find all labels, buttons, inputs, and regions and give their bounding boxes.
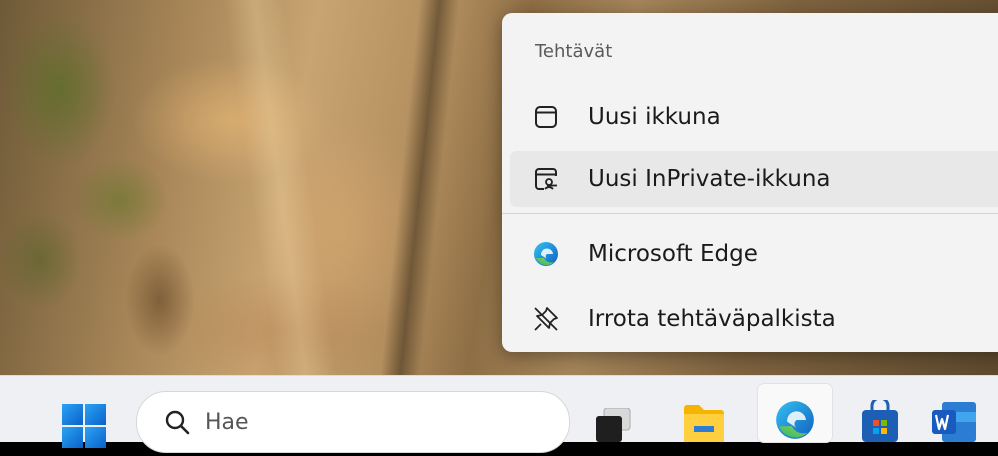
- jump-list-item-microsoft-edge[interactable]: Microsoft Edge: [510, 226, 998, 282]
- window-icon: [530, 101, 562, 133]
- jump-list-header: Tehtävät: [535, 41, 613, 62]
- task-view-icon: [596, 407, 631, 442]
- wallpaper-ridge: [380, 0, 460, 375]
- task-view-button[interactable]: [594, 407, 642, 456]
- edge-jump-list: Tehtävät Uusi ikkuna Uusi InPrivate-ikku…: [502, 13, 998, 352]
- unpin-icon: [530, 303, 562, 335]
- jump-list-separator: [502, 213, 998, 214]
- microsoft-store-icon: [862, 396, 898, 442]
- edge-taskbar-button[interactable]: [758, 384, 832, 442]
- edge-icon: [776, 401, 814, 439]
- jump-list-item-label: Uusi InPrivate-ikkuna: [588, 166, 831, 192]
- jump-list-item-label: Microsoft Edge: [588, 241, 758, 267]
- windows-logo-icon: [62, 404, 106, 448]
- search-placeholder: Hae: [205, 409, 249, 435]
- jump-list-item-label: Irrota tehtäväpalkista: [588, 306, 836, 332]
- jump-list-item-new-inprivate-window[interactable]: Uusi InPrivate-ikkuna: [510, 151, 998, 207]
- file-explorer-button[interactable]: [682, 402, 730, 450]
- jump-list-item-new-window[interactable]: Uusi ikkuna: [510, 89, 998, 145]
- wallpaper-highlight: [223, 0, 337, 375]
- jump-list-item-unpin[interactable]: Irrota tehtäväpalkista: [510, 291, 998, 347]
- jump-list-item-label: Uusi ikkuna: [588, 104, 721, 130]
- inprivate-window-icon: [530, 163, 562, 195]
- word-icon: [932, 402, 976, 442]
- taskbar: Hae: [0, 375, 998, 453]
- file-explorer-icon: [684, 405, 724, 442]
- search-icon: [165, 410, 190, 435]
- taskbar-search-box[interactable]: Hae: [136, 391, 570, 453]
- edge-icon: [530, 238, 562, 270]
- start-button[interactable]: [62, 404, 106, 448]
- word-button[interactable]: [932, 402, 980, 450]
